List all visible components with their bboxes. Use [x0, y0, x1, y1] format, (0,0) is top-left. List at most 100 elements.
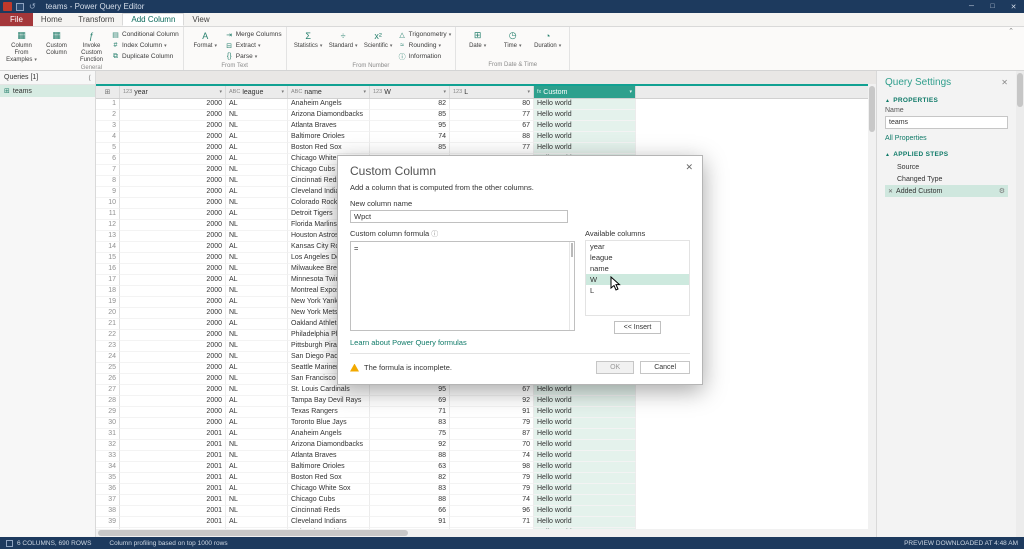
cell[interactable]: AL — [226, 319, 288, 330]
cell[interactable]: 95 — [370, 121, 450, 132]
row-number[interactable]: 14 — [96, 242, 120, 253]
cell[interactable]: 2000 — [120, 220, 226, 231]
ribbon-button-extract[interactable]: ⊟Extract▾ — [225, 40, 282, 51]
cell[interactable]: 79 — [450, 473, 534, 484]
ribbon-button-date[interactable]: ⊞Date▾ — [460, 28, 495, 50]
cell[interactable]: NL — [226, 220, 288, 231]
tab-add-column[interactable]: Add Column — [122, 13, 184, 26]
column-header-name[interactable]: ABCname▾ — [288, 86, 370, 98]
cell[interactable]: NL — [226, 165, 288, 176]
cell[interactable]: AL — [226, 429, 288, 440]
cell[interactable]: Boston Red Sox — [288, 143, 370, 154]
ribbon-button-column-from-examples[interactable]: ▦Column From Examples▾ — [4, 28, 39, 64]
available-column-l[interactable]: L — [586, 285, 689, 296]
cell[interactable]: 77 — [450, 110, 534, 121]
ribbon-button-conditional-column[interactable]: ▤Conditional Column — [111, 29, 179, 40]
cell[interactable]: AL — [226, 209, 288, 220]
row-number[interactable]: 37 — [96, 495, 120, 506]
cell[interactable]: 77 — [450, 143, 534, 154]
cell[interactable]: 88 — [450, 132, 534, 143]
table-corner-button[interactable]: ⊞ — [96, 86, 120, 98]
cell[interactable]: 2000 — [120, 374, 226, 385]
cell[interactable]: AL — [226, 99, 288, 110]
ribbon-button-scientific[interactable]: x²Scientific▾ — [361, 28, 396, 50]
row-number[interactable]: 22 — [96, 330, 120, 341]
cell[interactable]: 2000 — [120, 242, 226, 253]
column-header-league[interactable]: ABCleague▾ — [226, 86, 288, 98]
column-header-year[interactable]: 123year▾ — [120, 86, 226, 98]
row-number[interactable]: 12 — [96, 220, 120, 231]
cell[interactable]: Atlanta Braves — [288, 451, 370, 462]
cell[interactable]: Hello world — [534, 132, 636, 143]
cell[interactable]: 67 — [450, 385, 534, 396]
row-number[interactable]: 20 — [96, 308, 120, 319]
cell[interactable]: Baltimore Orioles — [288, 462, 370, 473]
cell[interactable]: NL — [226, 198, 288, 209]
tab-transform[interactable]: Transform — [70, 13, 122, 26]
cell[interactable]: Hello world — [534, 418, 636, 429]
cell[interactable]: 79 — [450, 484, 534, 495]
row-number[interactable]: 3 — [96, 121, 120, 132]
cell[interactable]: 2001 — [120, 517, 226, 528]
ribbon-button-standard[interactable]: ÷Standard▾ — [326, 28, 361, 50]
row-number[interactable]: 21 — [96, 319, 120, 330]
cell[interactable]: 2000 — [120, 154, 226, 165]
row-number[interactable]: 35 — [96, 473, 120, 484]
cell[interactable]: NL — [226, 253, 288, 264]
cell[interactable]: 83 — [370, 484, 450, 495]
status-profiling[interactable]: Column profiling based on top 1000 rows — [109, 540, 227, 547]
row-number[interactable]: 1 — [96, 99, 120, 110]
filter-icon[interactable]: ▾ — [219, 89, 222, 95]
row-number[interactable]: 2 — [96, 110, 120, 121]
cell[interactable]: 67 — [450, 121, 534, 132]
cell[interactable]: 2000 — [120, 99, 226, 110]
close-window-icon[interactable]: ✕ — [1003, 0, 1024, 13]
cell[interactable]: Hello world — [534, 473, 636, 484]
filter-icon[interactable]: ▾ — [281, 89, 284, 95]
row-number[interactable]: 27 — [96, 385, 120, 396]
cell[interactable]: 95 — [370, 385, 450, 396]
cell[interactable]: 2000 — [120, 231, 226, 242]
row-number[interactable]: 31 — [96, 429, 120, 440]
minimize-icon[interactable]: ─ — [961, 0, 982, 13]
cell[interactable]: AL — [226, 418, 288, 429]
cell[interactable]: 74 — [370, 132, 450, 143]
available-column-league[interactable]: league — [586, 252, 689, 263]
row-number[interactable]: 30 — [96, 418, 120, 429]
filter-icon[interactable]: ▾ — [527, 89, 530, 95]
cell[interactable]: 2000 — [120, 264, 226, 275]
cell[interactable]: NL — [226, 385, 288, 396]
formula-scrollbar[interactable] — [569, 242, 574, 330]
cell[interactable]: 92 — [370, 440, 450, 451]
cell[interactable]: Arizona Diamondbacks — [288, 110, 370, 121]
collapse-pane-icon[interactable]: ⟨ — [88, 74, 91, 82]
cell[interactable]: Toronto Blue Jays — [288, 418, 370, 429]
row-number[interactable]: 19 — [96, 297, 120, 308]
cell[interactable]: AL — [226, 132, 288, 143]
cell[interactable]: Atlanta Braves — [288, 121, 370, 132]
row-number[interactable]: 11 — [96, 209, 120, 220]
cell[interactable]: Hello world — [534, 396, 636, 407]
cell[interactable]: 83 — [370, 418, 450, 429]
cell[interactable]: 2000 — [120, 407, 226, 418]
cell[interactable]: 2000 — [120, 253, 226, 264]
cell[interactable]: St. Louis Cardinals — [288, 385, 370, 396]
new-column-name-input[interactable]: Wpct — [350, 210, 568, 223]
ribbon-button-format[interactable]: AFormat▾ — [188, 28, 223, 50]
tab-home[interactable]: Home — [33, 13, 70, 26]
filter-icon[interactable]: ▾ — [443, 89, 446, 95]
cell[interactable]: 2000 — [120, 209, 226, 220]
cell[interactable]: Hello world — [534, 385, 636, 396]
row-number[interactable]: 18 — [96, 286, 120, 297]
cell[interactable]: 87 — [450, 429, 534, 440]
cell[interactable]: Hello world — [534, 506, 636, 517]
available-column-name[interactable]: name — [586, 263, 689, 274]
cell[interactable]: AL — [226, 187, 288, 198]
ribbon-button-index-column[interactable]: #Index Column▾ — [111, 40, 179, 51]
cell[interactable]: 74 — [450, 451, 534, 462]
cell[interactable]: 2000 — [120, 297, 226, 308]
cell[interactable]: 2001 — [120, 506, 226, 517]
cell[interactable]: 2000 — [120, 275, 226, 286]
cell[interactable]: Hello world — [534, 451, 636, 462]
learn-link[interactable]: Learn about Power Query formulas — [350, 338, 575, 347]
